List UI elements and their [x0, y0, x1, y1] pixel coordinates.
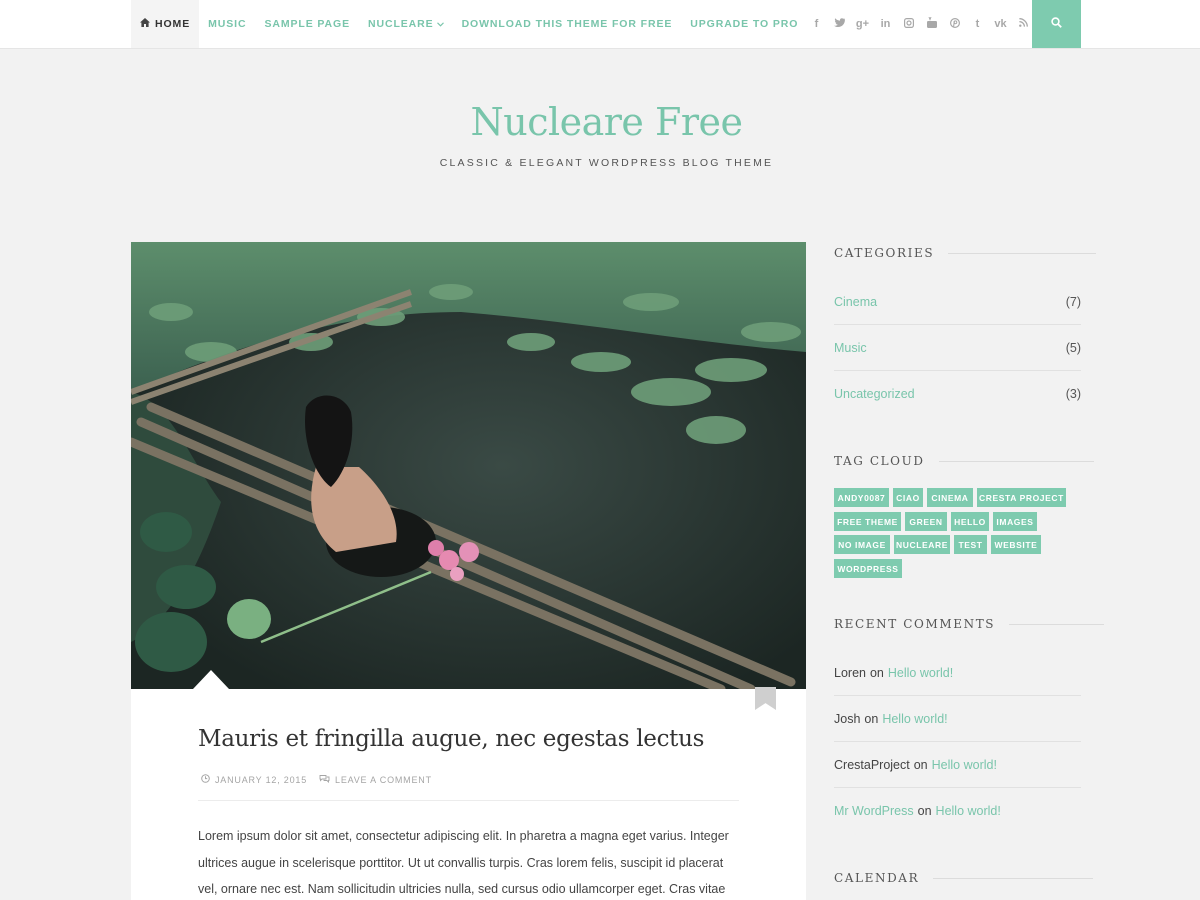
nav-item-nucleare[interactable]: NUCLEARE [359, 0, 453, 48]
tag-link[interactable]: TEST [954, 535, 987, 554]
twitter-icon[interactable] [828, 18, 851, 30]
tumblr-icon[interactable]: t [966, 18, 989, 30]
category-link[interactable]: Cinema [834, 295, 877, 309]
tag-cloud-title-text: TAG CLOUD [834, 454, 925, 468]
home-icon [140, 18, 150, 30]
comment-item: Mr WordPress on Hello world! [834, 788, 1081, 834]
tag-link[interactable]: WEBSITE [991, 535, 1041, 554]
nav-item-upgrade-pro-label: UPGRADE TO PRO [690, 18, 799, 30]
category-count: (3) [1065, 387, 1081, 401]
main-menu: HOME MUSIC SAMPLE PAGE NUCLEARE DOWNLOAD… [131, 0, 807, 48]
post-divider [198, 800, 739, 801]
nav-item-download-theme-label: DOWNLOAD THIS THEME FOR FREE [461, 18, 673, 30]
post-meta: JANUARY 12, 2015 LEAVE A COMMENT [201, 774, 432, 785]
clock-icon [201, 774, 215, 785]
linkedin-icon[interactable]: in [874, 18, 897, 30]
comment-item: CrestaProject on Hello world! [834, 742, 1081, 788]
nav-item-sample-page-label: SAMPLE PAGE [264, 18, 351, 30]
nav-item-upgrade-pro[interactable]: UPGRADE TO PRO [681, 0, 807, 48]
recent-comments-title-text: RECENT COMMENTS [834, 617, 996, 631]
social-links: f g+ in t vk [805, 0, 1035, 48]
instagram-icon[interactable] [897, 17, 920, 31]
vk-icon[interactable]: vk [989, 18, 1012, 30]
facebook-icon[interactable]: f [805, 18, 828, 30]
tag-link[interactable]: FREE THEME [834, 512, 901, 531]
comment-item: Josh on Hello world! [834, 696, 1081, 742]
categories-title-text: CATEGORIES [834, 246, 935, 260]
category-item: Uncategorized (3) [834, 371, 1081, 417]
comments-icon [319, 774, 335, 785]
nav-item-download-theme[interactable]: DOWNLOAD THIS THEME FOR FREE [453, 0, 682, 48]
bookmark-icon [755, 687, 776, 710]
category-item: Music (5) [834, 325, 1081, 371]
post-title[interactable]: Mauris et fringilla augue, nec egestas l… [198, 726, 704, 752]
comment-on-text: on [869, 665, 884, 680]
nav-item-home-label: HOME [155, 18, 191, 30]
category-count: (7) [1065, 294, 1081, 309]
search-icon [1051, 15, 1062, 33]
nav-item-music-label: MUSIC [208, 18, 247, 30]
title-divider [948, 252, 1097, 254]
comment-author: Loren [834, 665, 866, 680]
category-link[interactable]: Uncategorized [834, 387, 915, 401]
calendar-title-text: CALENDAR [834, 871, 920, 885]
calendar-widget-title: CALENDAR [834, 871, 1094, 885]
tag-link[interactable]: CINEMA [927, 488, 973, 507]
title-divider [1009, 623, 1105, 625]
post-date[interactable]: JANUARY 12, 2015 [215, 775, 307, 785]
comment-post-link[interactable]: Hello world! [882, 712, 947, 726]
top-navigation-bar: HOME MUSIC SAMPLE PAGE NUCLEARE DOWNLOAD… [0, 0, 1200, 49]
categories-widget-title: CATEGORIES [834, 246, 1097, 260]
tag-link[interactable]: WORDPRESS [834, 559, 902, 578]
nav-item-sample-page[interactable]: SAMPLE PAGE [255, 0, 359, 48]
youtube-icon[interactable] [920, 16, 943, 31]
comment-on-text: on [864, 711, 879, 726]
tag-link[interactable]: CRESTA PROJECT [977, 488, 1066, 507]
image-pointer [193, 670, 229, 689]
tag-link[interactable]: ANDY0087 [834, 488, 889, 507]
nav-item-home[interactable]: HOME [131, 0, 200, 48]
search-button[interactable] [1032, 0, 1081, 48]
pinterest-icon[interactable] [943, 17, 966, 31]
comment-item: Loren on Hello world! [834, 650, 1081, 696]
nav-item-music[interactable]: MUSIC [199, 0, 255, 48]
title-divider [938, 460, 1094, 462]
tag-cloud-widget-title: TAG CLOUD [834, 454, 1094, 468]
site-tagline: CLASSIC & ELEGANT WORDPRESS BLOG THEME [439, 157, 774, 169]
comment-post-link[interactable]: Hello world! [888, 666, 953, 680]
category-link[interactable]: Music [834, 341, 867, 355]
comment-on-text: on [917, 804, 932, 818]
tag-link[interactable]: NUCLEARE [894, 535, 950, 554]
category-item: Cinema (7) [834, 279, 1081, 325]
google-plus-icon[interactable]: g+ [851, 18, 874, 30]
tag-link[interactable]: IMAGES [993, 512, 1037, 531]
tag-link[interactable]: CIAO [893, 488, 923, 507]
tag-link[interactable]: GREEN [905, 512, 947, 531]
comment-on-text: on [913, 757, 928, 772]
tag-link[interactable]: NO IMAGE [834, 535, 890, 554]
tag-link[interactable]: HELLO [951, 512, 989, 531]
nav-item-nucleare-label: NUCLEARE [368, 18, 434, 30]
chevron-down-icon [436, 20, 444, 29]
comment-post-link[interactable]: Hello world! [936, 804, 1001, 818]
site-title[interactable]: Nucleare Free [0, 100, 1200, 144]
leave-comment-link[interactable]: LEAVE A COMMENT [335, 775, 432, 785]
featured-image[interactable] [131, 242, 806, 694]
post-excerpt: Lorem ipsum dolor sit amet, consectetur … [198, 829, 729, 896]
recent-comments-widget-title: RECENT COMMENTS [834, 617, 1105, 631]
title-divider [933, 877, 1094, 879]
comment-post-link[interactable]: Hello world! [932, 758, 997, 772]
comment-author-link[interactable]: Mr WordPress [834, 804, 914, 818]
comment-author: CrestaProject [834, 757, 910, 772]
comment-author: Josh [834, 711, 861, 726]
post-card: Mauris et fringilla augue, nec egestas l… [131, 242, 806, 900]
category-count: (5) [1065, 340, 1081, 355]
